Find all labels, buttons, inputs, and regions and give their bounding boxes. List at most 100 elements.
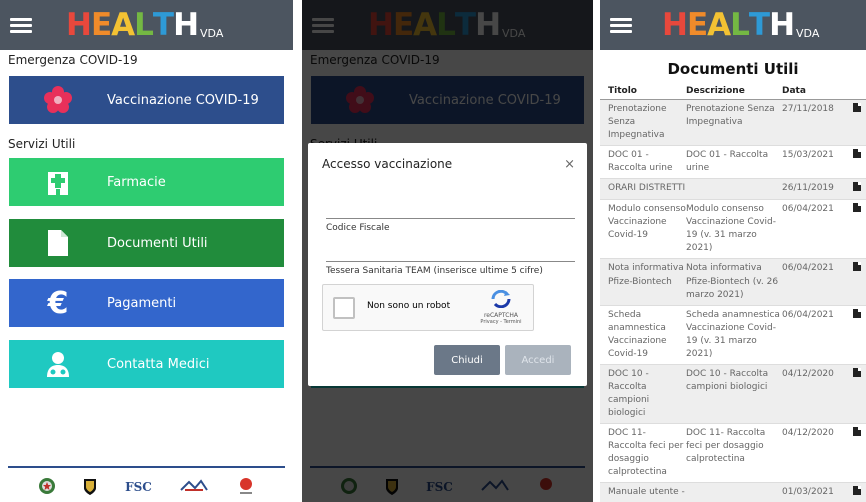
footer-logos: FSC	[0, 474, 293, 500]
recaptcha-brand: reCAPTCHA	[483, 312, 519, 319]
documents-table: Titolo Descrizione Data Prenotazione Sen…	[600, 82, 866, 502]
tile-contatta-medici[interactable]: Contatta Medici	[9, 340, 284, 388]
tile-vaccinazione[interactable]: Vaccinazione COVID-19	[9, 76, 284, 124]
cell-data: 04/12/2020	[782, 368, 834, 379]
table-row[interactable]: Prenotazione Senza Impegnativa Prenotazio…	[600, 100, 866, 147]
pdf-icon[interactable]	[853, 149, 861, 159]
table-row[interactable]: Scheda anamnestica Vaccinazione Covid-19…	[600, 306, 866, 365]
cell-data: 06/04/2021	[782, 263, 834, 274]
cell-titolo: Manuale utente -	[608, 487, 685, 498]
cell-descrizione	[686, 182, 782, 196]
cell-descrizione: Nota informativa Pfize-Biontech (v. 26 m…	[686, 263, 779, 300]
close-button[interactable]: Chiudi	[434, 345, 500, 375]
pdf-icon[interactable]	[853, 426, 861, 436]
cell-data: 06/04/2021	[782, 204, 834, 215]
column-header: Data	[782, 85, 806, 96]
cell-descrizione: Modulo consenso Vaccinazione Covid-19 (v…	[686, 204, 776, 254]
menu-icon[interactable]	[10, 17, 32, 33]
tile-label: Vaccinazione COVID-19	[107, 92, 259, 108]
table-row[interactable]: DOC 10 - Raccolta campioni biologici DOC …	[600, 364, 866, 424]
cell-data: 01/03/2021	[782, 487, 834, 498]
cell-titolo: Scheda anamnestica Vaccinazione Covid-19	[608, 309, 667, 359]
cell-titolo: Modulo consenso Vaccinazione Covid-19	[608, 204, 686, 241]
screens: H E A L T H VDA Emergenza COVID-19 Vaccinazion…	[0, 0, 866, 502]
cell-titolo: Nota informativa Pfize-Biontech	[608, 263, 684, 287]
cell-data: 15/03/2021	[782, 150, 834, 161]
tile-label: Pagamenti	[107, 295, 177, 311]
cell-titolo: Prenotazione Senza Impegnativa	[608, 104, 667, 141]
cell-titolo: DOC 10 - Raccolta campioni biologici	[608, 368, 650, 418]
page-title: Documenti Utili	[667, 60, 799, 78]
table-row[interactable]: Manuale utente - 01/03/2021	[600, 483, 866, 502]
fsc-logo: FSC	[125, 480, 152, 494]
access-dialog: Accesso vaccinazione × Codice Fiscale Te…	[308, 143, 587, 386]
tile-pagamenti[interactable]: € Pagamenti	[9, 279, 284, 327]
codice-fiscale-label: Codice Fiscale	[326, 223, 390, 233]
cell-titolo: DOC 11- Raccolta feci per dosaggio calpr…	[608, 427, 684, 478]
recaptcha-icon	[491, 289, 511, 309]
cell-data: 27/11/2018	[782, 104, 834, 114]
pdf-icon[interactable]	[853, 182, 861, 192]
cell-titolo: ORARI DISTRETTI	[608, 183, 686, 194]
recaptcha-checkbox[interactable]	[333, 297, 355, 319]
table-row[interactable]: DOC 11- Raccolta feci per dosaggio calpr…	[600, 424, 866, 484]
table-body: Prenotazione Senza Impegnativa Prenotazio…	[600, 100, 866, 502]
column-header: Descrizione	[686, 85, 745, 96]
cell-descrizione: Scheda anamnestica Vaccinazione Covid-19…	[686, 309, 780, 359]
cell-descrizione: Prenotazione Senza Impegnativa	[686, 104, 775, 128]
republic-emblem-icon	[38, 476, 56, 499]
document-icon	[9, 230, 107, 256]
cell-descrizione: DOC 01 - Raccolta urine	[686, 150, 769, 174]
region-crest-icon	[83, 476, 97, 499]
table-row[interactable]: Nota informativa Pfize-Biontech Nota info…	[600, 259, 866, 306]
pdf-icon[interactable]	[853, 308, 861, 318]
login-button[interactable]: Accedi	[505, 345, 571, 375]
section-servizi-label: Servizi Utili	[8, 137, 76, 151]
pdf-icon[interactable]	[853, 262, 861, 272]
app-logo: HEALTHVDA	[662, 6, 820, 43]
documents-screen: H E A L T H VDA Documenti Utili Titolo Descriz…	[600, 0, 866, 502]
usl-logo-icon	[179, 478, 209, 497]
pdf-icon[interactable]	[853, 486, 861, 496]
app-bar: HEALTHVDA	[600, 0, 866, 50]
tile-label: Contatta Medici	[107, 356, 210, 372]
cell-titolo: DOC 01 - Raccolta urine	[608, 150, 673, 174]
recaptcha-links[interactable]: Privacy - Termini	[479, 319, 523, 325]
recaptcha-widget: Non sono un robot reCAPTCHA Privacy - Te…	[322, 284, 534, 331]
tile-label: Documenti Utili	[107, 235, 208, 251]
dialog-title: Accesso vaccinazione	[322, 157, 453, 171]
tessera-sanitaria-label: Tessera Sanitaria TEAM (inserisce ultime…	[326, 266, 543, 276]
inmi-logo-icon	[237, 476, 255, 499]
cell-data: 26/11/2019	[782, 183, 834, 194]
flower-icon	[9, 85, 107, 115]
tile-documenti[interactable]: Documenti Utili	[9, 219, 284, 267]
app-bar: HEALTHVDA	[0, 0, 293, 50]
app-logo: HEALTHVDA	[66, 6, 224, 43]
table-row[interactable]: Modulo consenso Vaccinazione Covid-19 Mod…	[600, 200, 866, 260]
cell-data: 06/04/2021	[782, 309, 834, 320]
pharmacy-icon	[9, 169, 107, 195]
cell-data: 04/12/2020	[782, 427, 834, 438]
column-header: Titolo	[608, 85, 637, 96]
tile-label: Farmacie	[107, 174, 166, 190]
table-header: Titolo Descrizione Data	[600, 82, 866, 100]
close-icon[interactable]: ×	[564, 157, 575, 172]
pdf-icon[interactable]	[853, 103, 861, 112]
pdf-icon[interactable]	[853, 367, 861, 377]
cell-descrizione: DOC 11- Raccolta feci per dosaggio calpr…	[686, 427, 766, 465]
section-covid-label: Emergenza COVID-19	[8, 53, 138, 67]
login-dialog-screen: HEALTHVDA Emergenza COVID-19 Vaccinazion…	[302, 0, 593, 502]
footer-divider	[8, 466, 285, 468]
table-row[interactable]: ORARI DISTRETTI 26/11/2019	[600, 179, 866, 201]
cell-descrizione	[686, 486, 782, 500]
recaptcha-logo: reCAPTCHA Privacy - Termini	[479, 289, 523, 325]
recaptcha-label: Non sono un robot	[367, 301, 451, 311]
pdf-icon[interactable]	[853, 203, 861, 213]
codice-fiscale-field[interactable]	[326, 218, 575, 219]
menu-icon[interactable]	[610, 17, 632, 33]
table-row[interactable]: DOC 01 - Raccolta urine DOC 01 - Raccolta…	[600, 146, 866, 180]
tessera-sanitaria-field[interactable]	[326, 261, 575, 262]
cell-descrizione: DOC 10 - Raccolta campioni biologici	[686, 368, 769, 392]
home-screen: H E A L T H VDA Emergenza COVID-19 Vaccinazion…	[0, 0, 293, 502]
tile-farmacie[interactable]: Farmacie	[9, 158, 284, 206]
